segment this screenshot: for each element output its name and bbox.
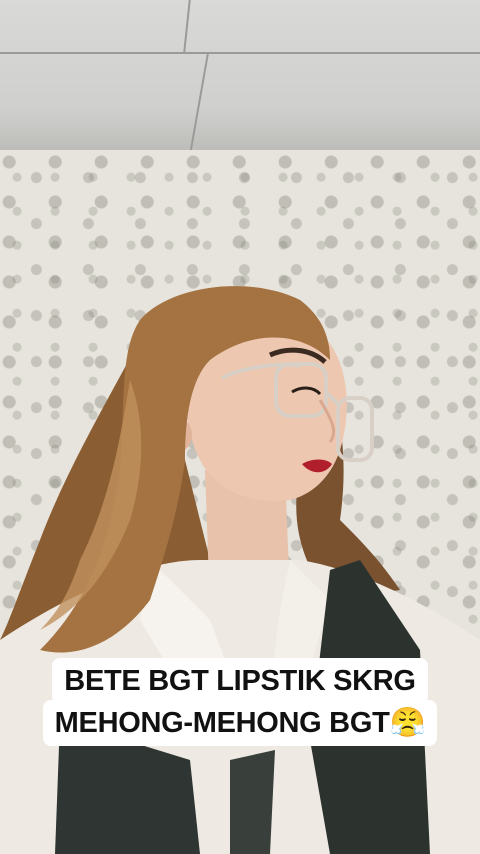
caption-overlay: BETE BGT LIPSTIK SKRG MEHONG-MEHONG BGT😤: [0, 658, 480, 746]
caption-line-1: BETE BGT LIPSTIK SKRG: [52, 658, 428, 704]
caption-row-2: MEHONG-MEHONG BGT😤: [0, 700, 480, 746]
video-frame[interactable]: BETE BGT LIPSTIK SKRG MEHONG-MEHONG BGT😤: [0, 0, 480, 854]
vest-center: [230, 750, 275, 854]
caption-line-2: MEHONG-MEHONG BGT😤: [42, 700, 438, 746]
caption-row-1: BETE BGT LIPSTIK SKRG: [0, 658, 480, 704]
